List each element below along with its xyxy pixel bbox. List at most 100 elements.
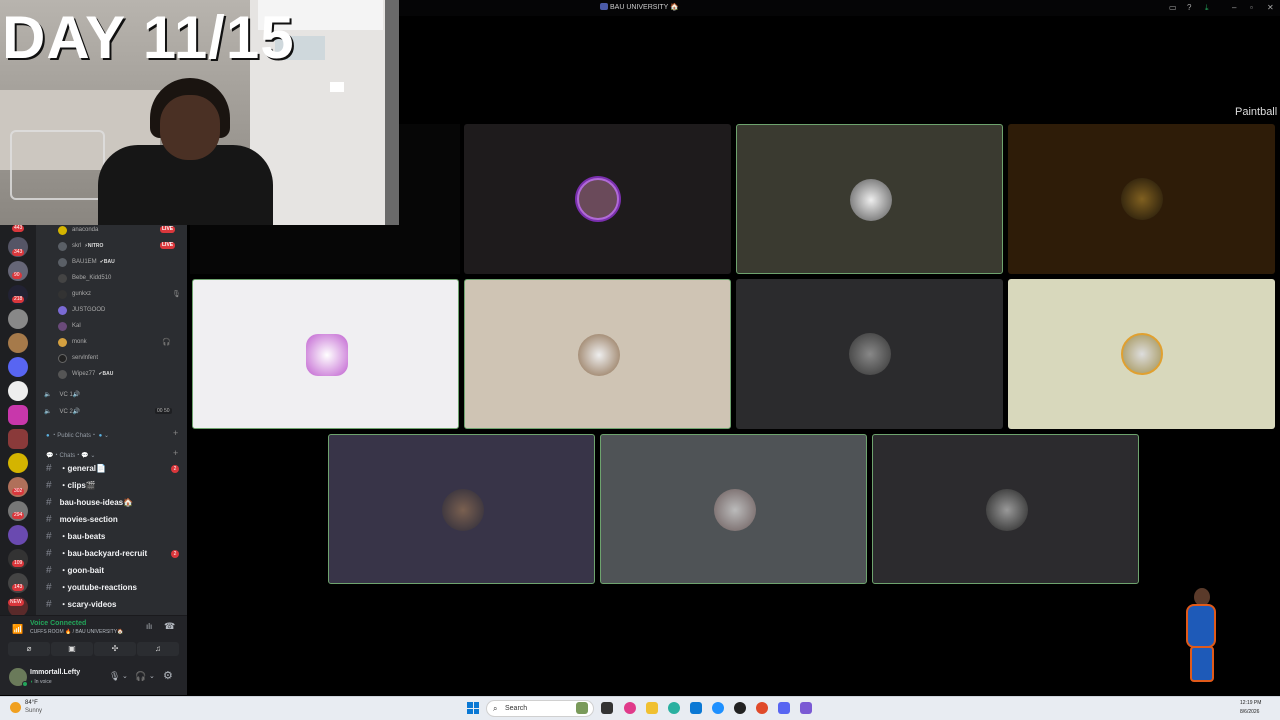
noise-suppression-icon[interactable]: ılı — [146, 622, 152, 631]
minimize-button[interactable]: – — [1232, 3, 1236, 12]
channel-bau-house-ideas[interactable]: # bau-house-ideas🏠 — [46, 494, 133, 511]
chrome-icon[interactable] — [756, 702, 768, 714]
speaker-icon: 🔈 — [44, 408, 52, 415]
voice-member[interactable]: servlnfent — [58, 351, 98, 365]
discord-icon[interactable] — [778, 702, 790, 714]
activities-button[interactable]: ✣ — [94, 642, 136, 656]
participant-tile[interactable] — [736, 279, 1003, 429]
chevron-down-icon[interactable]: ⌄ — [149, 672, 155, 680]
server-icon-13[interactable] — [8, 525, 28, 545]
maximize-button[interactable]: ▫ — [1250, 3, 1253, 12]
category-chats[interactable]: 💬・Chats・💬 ⌄ — [46, 450, 95, 459]
mention-badge: 302 — [12, 488, 25, 495]
clock-time[interactable]: 12:19 PM — [1240, 700, 1261, 706]
channel-general[interactable]: # ・general📄 — [46, 460, 106, 477]
channel-goon-bait[interactable]: # ・goon-bait — [46, 562, 104, 579]
participant-tile[interactable] — [872, 434, 1139, 584]
voice-member[interactable]: Wipez77 ✔BAU — [58, 367, 113, 381]
avatar — [714, 489, 756, 531]
help-icon[interactable]: ? — [1187, 3, 1191, 12]
channel-clips[interactable]: # ・clips🎬 — [46, 477, 96, 494]
signal-icon: 📶 — [12, 624, 24, 634]
category-public-chats[interactable]: ● ・Public Chats・ ● ⌄ — [46, 430, 109, 439]
voice-member[interactable]: JUSTGOOD — [58, 303, 105, 317]
globe-icon: ● — [46, 433, 50, 439]
participant-tile[interactable] — [328, 434, 595, 584]
camera-off-icon: ⌀ — [26, 644, 32, 653]
avatar — [58, 257, 67, 267]
add-channel-icon[interactable]: + — [173, 428, 178, 438]
server-icon-5[interactable] — [8, 333, 28, 353]
voice-member[interactable]: Bebe_Kidd510 — [58, 271, 111, 285]
gear-icon[interactable]: ⚙ — [163, 669, 173, 682]
server-icon-4[interactable] — [8, 309, 28, 329]
channel-movies-section[interactable]: # movies-section — [46, 511, 118, 528]
server-icon-9[interactable] — [8, 429, 28, 449]
camera-server-icon[interactable] — [8, 405, 28, 425]
voice-member[interactable]: gunkxz — [58, 287, 91, 301]
weather-temp[interactable]: 84°F — [25, 700, 38, 706]
participant-tile[interactable] — [1008, 279, 1275, 429]
avatar — [58, 321, 67, 331]
store-icon[interactable] — [690, 702, 702, 714]
channel-bau-beats[interactable]: # ・bau-beats — [46, 528, 105, 545]
mention-badge: 90 — [12, 272, 22, 279]
close-button[interactable]: ✕ — [1267, 3, 1274, 12]
download-icon[interactable]: ⤓ — [1205, 3, 1209, 12]
avatar — [58, 225, 67, 235]
participant-tile[interactable] — [1008, 124, 1275, 274]
search-highlight-icon — [576, 702, 588, 714]
chat-bubble-icon: 💬 — [46, 453, 54, 459]
screen-share-button[interactable]: ▣ — [51, 642, 93, 656]
participant-tile[interactable] — [464, 124, 731, 274]
mention-badge: 294 — [12, 512, 25, 519]
day-counter-overlay: DAY 11/15 — [2, 4, 295, 71]
copilot-icon[interactable] — [624, 702, 636, 714]
voice-location[interactable]: CUFFS ROOM 🔥 / BAU UNIVERSITY🏠 — [30, 629, 123, 635]
channel-bau-backyard-recruit[interactable]: # ・bau-backyard-recruit — [46, 545, 147, 562]
chevron-down-icon[interactable]: ⌄ — [122, 672, 128, 680]
voice-channel-vc1[interactable]: 🔈 VC 1🔊 — [44, 387, 80, 401]
camera-button[interactable]: ⌀ — [8, 642, 50, 656]
hash-icon: # — [46, 480, 52, 491]
weather-desc: Sunny — [25, 708, 43, 714]
add-channel-icon[interactable]: + — [173, 448, 178, 458]
server-icon-7[interactable] — [8, 381, 28, 401]
outlook-icon[interactable] — [712, 702, 724, 714]
participant-tile[interactable] — [464, 279, 731, 429]
channel-scary-videos[interactable]: # ・scary-videos — [46, 596, 116, 613]
mention-badge: 443 — [12, 225, 25, 232]
server-icon-6[interactable] — [8, 357, 28, 377]
speaker-icon: 🔈 — [44, 391, 52, 398]
voice-channel-vc2[interactable]: 🔈 VC 2🔊 — [44, 404, 80, 418]
voice-member[interactable]: monk — [58, 335, 87, 349]
inbox-icon[interactable]: ▭ — [1169, 3, 1177, 12]
disconnect-icon[interactable]: ☎ — [164, 621, 175, 632]
file-explorer-icon[interactable] — [646, 702, 658, 714]
participant-tile[interactable] — [600, 434, 867, 584]
headphones-icon[interactable]: 🎧 — [135, 671, 146, 682]
participant-tile[interactable] — [736, 124, 1003, 274]
voice-member[interactable]: BAU1EM ✔BAU — [58, 255, 115, 269]
voice-member[interactable]: anaconda — [58, 223, 98, 237]
voice-connected-panel: 📶 Voice Connected CUFFS ROOM 🔥 / BAU UNI… — [0, 615, 187, 661]
server-icon-10[interactable] — [8, 453, 28, 473]
voice-member[interactable]: skrl ⚡NITRO — [58, 239, 103, 253]
channel-youtube-reactions[interactable]: # ・youtube-reactions — [46, 579, 137, 596]
task-view-icon[interactable] — [601, 702, 613, 714]
mention-badge: 218 — [12, 296, 25, 303]
hash-icon: # — [46, 463, 52, 474]
participant-tile[interactable] — [192, 279, 459, 429]
voice-member[interactable]: Kal — [58, 319, 81, 333]
avatar — [58, 289, 67, 299]
soundboard-icon: ♫ — [155, 644, 161, 653]
app-icon[interactable] — [800, 702, 812, 714]
user-status: ◖ In voice — [30, 679, 52, 685]
avatar — [442, 489, 484, 531]
soundboard-button[interactable]: ♫ — [137, 642, 179, 656]
hash-icon: # — [46, 582, 52, 593]
edge-icon[interactable] — [668, 702, 680, 714]
obs-icon[interactable] — [734, 702, 746, 714]
start-button[interactable] — [467, 702, 479, 714]
microphone-icon[interactable]: 🎙 — [109, 671, 120, 682]
